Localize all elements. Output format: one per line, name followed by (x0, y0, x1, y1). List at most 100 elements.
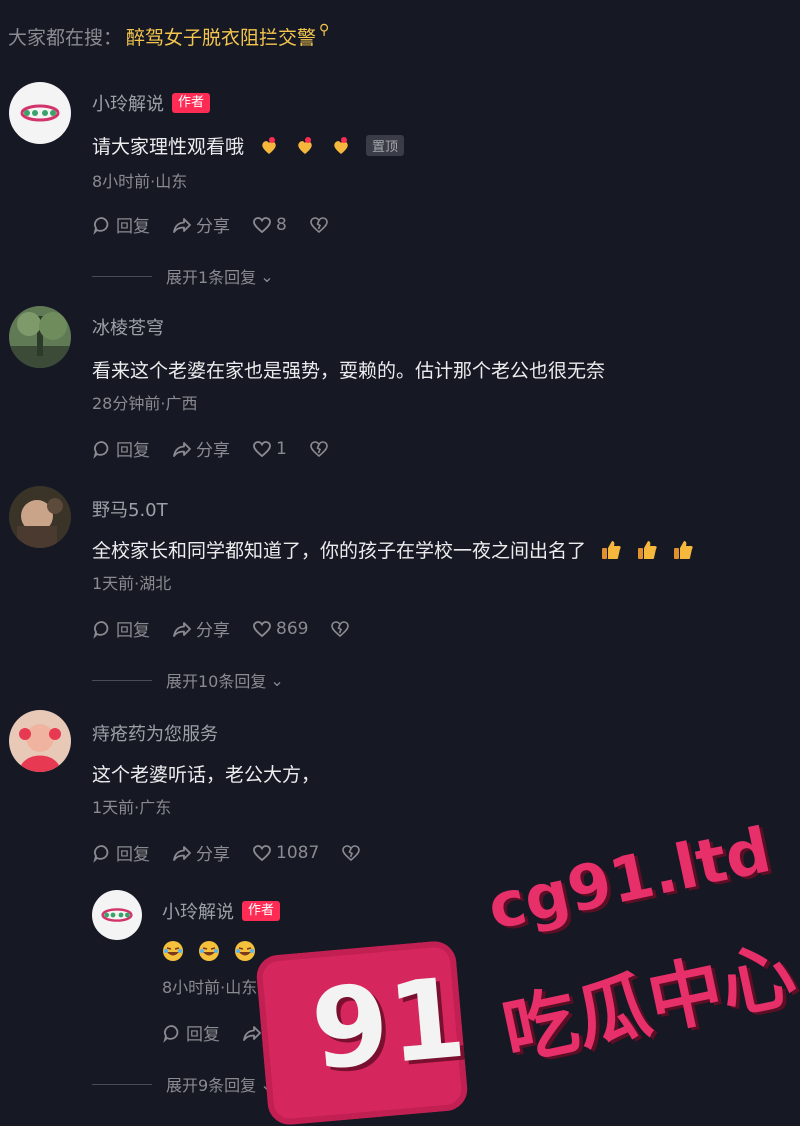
expand-replies[interactable]: 展开1条回复 ⌄ (92, 264, 274, 288)
share-icon (173, 621, 191, 637)
comment-meta: 8小时前·山东 (162, 978, 258, 997)
comment-meta: 1天前·广东 (92, 798, 172, 817)
share-icon (243, 1025, 261, 1041)
expand-replies[interactable]: 展开9条回复 ⌄ (92, 1072, 274, 1096)
author-badge: 作者 (172, 93, 211, 113)
like-count: 1 (276, 438, 287, 459)
chevron-down-icon: ⌄ (270, 670, 284, 690)
finger-heart-icon (334, 136, 348, 154)
reply-icon (93, 620, 109, 639)
broken-heart-icon (342, 844, 361, 861)
avatar[interactable] (9, 486, 71, 548)
divider (92, 679, 152, 681)
reply-icon (93, 440, 109, 459)
watermark-label: 吃瓜中心 (495, 931, 800, 1077)
reply-icon (93, 216, 109, 235)
dislike-button[interactable] (341, 843, 361, 863)
finger-heart-icon (298, 136, 312, 154)
thumbs-up-icon (602, 540, 621, 559)
pinned-badge: 置顶 (366, 135, 405, 156)
like-button[interactable]: 8 (252, 215, 287, 235)
broken-heart-icon (310, 440, 328, 457)
comment-meta: 28分钟前·广西 (92, 394, 198, 413)
avatar[interactable] (92, 890, 142, 940)
like-count: 8 (276, 214, 287, 235)
search-icon: ⚲ (319, 22, 330, 38)
laughing-face-icon (163, 941, 183, 961)
comment-meta: 8小时前·山东 (92, 172, 188, 191)
expand-label: 展开10条回复 (166, 672, 267, 691)
laughing-face-icon (199, 941, 219, 961)
reply-button[interactable]: 回复 (92, 436, 150, 461)
expand-label: 展开9条回复 (166, 1076, 257, 1095)
search-prefix: 大家都在搜： (8, 26, 123, 49)
commenter-name[interactable]: 野马5.0T (92, 496, 168, 522)
reply-button[interactable]: 回复 (92, 212, 150, 237)
share-label: 分享 (196, 441, 230, 461)
search-term-link[interactable]: 醉驾女子脱衣阻拦交警 (126, 23, 316, 50)
commenter-name[interactable]: 小玲解说 (162, 898, 234, 924)
share-button[interactable]: 分享 (172, 212, 230, 237)
avatar[interactable] (9, 82, 71, 144)
dislike-button[interactable] (309, 439, 329, 459)
thumbs-up-icon (638, 540, 657, 559)
heart-icon (253, 440, 271, 457)
comment-text: 请大家理性观看哦 (92, 136, 245, 158)
comment-text-row: 这个老婆听话，老公大方， (92, 760, 320, 787)
share-icon (173, 441, 191, 457)
share-button[interactable]: 分享 (172, 616, 230, 641)
heart-icon (253, 844, 271, 861)
commenter-name[interactable]: 冰棱苍穹 (92, 314, 164, 340)
heart-icon (253, 620, 271, 637)
broken-heart-icon (310, 216, 328, 233)
expand-replies[interactable]: 展开10条回复 ⌄ (92, 668, 284, 692)
like-button[interactable]: 1087 (252, 843, 319, 863)
comment-text: 全校家长和同学都知道了，你的孩子在学校一夜之间出名了 (92, 540, 587, 562)
like-count: 1087 (276, 842, 320, 863)
comment-text: 这个老婆听话，老公大方， (92, 764, 321, 786)
watermark-number: 91 (306, 953, 471, 1095)
comment-meta: 1天前·湖北 (92, 574, 172, 593)
reply-label: 回复 (116, 621, 150, 641)
reply-label: 回复 (186, 1025, 220, 1045)
reply-label: 回复 (116, 441, 150, 461)
share-icon (173, 845, 191, 861)
dislike-button[interactable] (330, 619, 350, 639)
reply-icon (93, 844, 109, 863)
comment-text-row: 看来这个老婆在家也是强势，耍赖的。估计那个老公也很无奈 (92, 356, 605, 383)
comment-text: 看来这个老婆在家也是强势，耍赖的。估计那个老公也很无奈 (92, 360, 606, 382)
avatar[interactable] (9, 306, 71, 368)
share-label: 分享 (196, 845, 230, 865)
like-count: 869 (276, 618, 309, 639)
like-button[interactable]: 1 (252, 439, 287, 459)
comment-text-row (148, 940, 256, 962)
reply-button[interactable]: 回复 (92, 616, 150, 641)
author-badge: 作者 (242, 901, 281, 921)
search-suggestion-bar[interactable]: 大家都在搜： 醉驾女子脱衣阻拦交警 ⚲ (8, 20, 329, 52)
thumbs-up-icon (674, 540, 693, 559)
chevron-down-icon: ⌄ (260, 266, 274, 286)
reply-icon (163, 1024, 179, 1043)
comment-text-row: 全校家长和同学都知道了，你的孩子在学校一夜之间出名了 (92, 536, 694, 563)
share-button[interactable]: 分享 (172, 436, 230, 461)
laughing-face-icon (235, 941, 255, 961)
share-label: 分享 (196, 621, 230, 641)
commenter-name[interactable]: 痔疮药为您服务 (92, 720, 218, 746)
commenter-name[interactable]: 小玲解说 (92, 90, 164, 116)
share-label: 分享 (196, 217, 230, 237)
like-button[interactable]: 869 (252, 619, 308, 639)
dislike-button[interactable] (309, 215, 329, 235)
expand-label: 展开1条回复 (166, 268, 257, 287)
reply-button[interactable]: 回复 (162, 1020, 220, 1045)
avatar[interactable] (9, 710, 71, 772)
heart-icon (253, 216, 271, 233)
divider (92, 1083, 152, 1085)
finger-heart-icon (262, 136, 276, 154)
reply-label: 回复 (116, 217, 150, 237)
reply-label: 回复 (116, 845, 150, 865)
broken-heart-icon (331, 620, 350, 637)
share-icon (173, 217, 191, 233)
reply-button[interactable]: 回复 (92, 840, 150, 865)
share-button[interactable]: 分享 (172, 840, 230, 865)
divider (92, 275, 152, 277)
